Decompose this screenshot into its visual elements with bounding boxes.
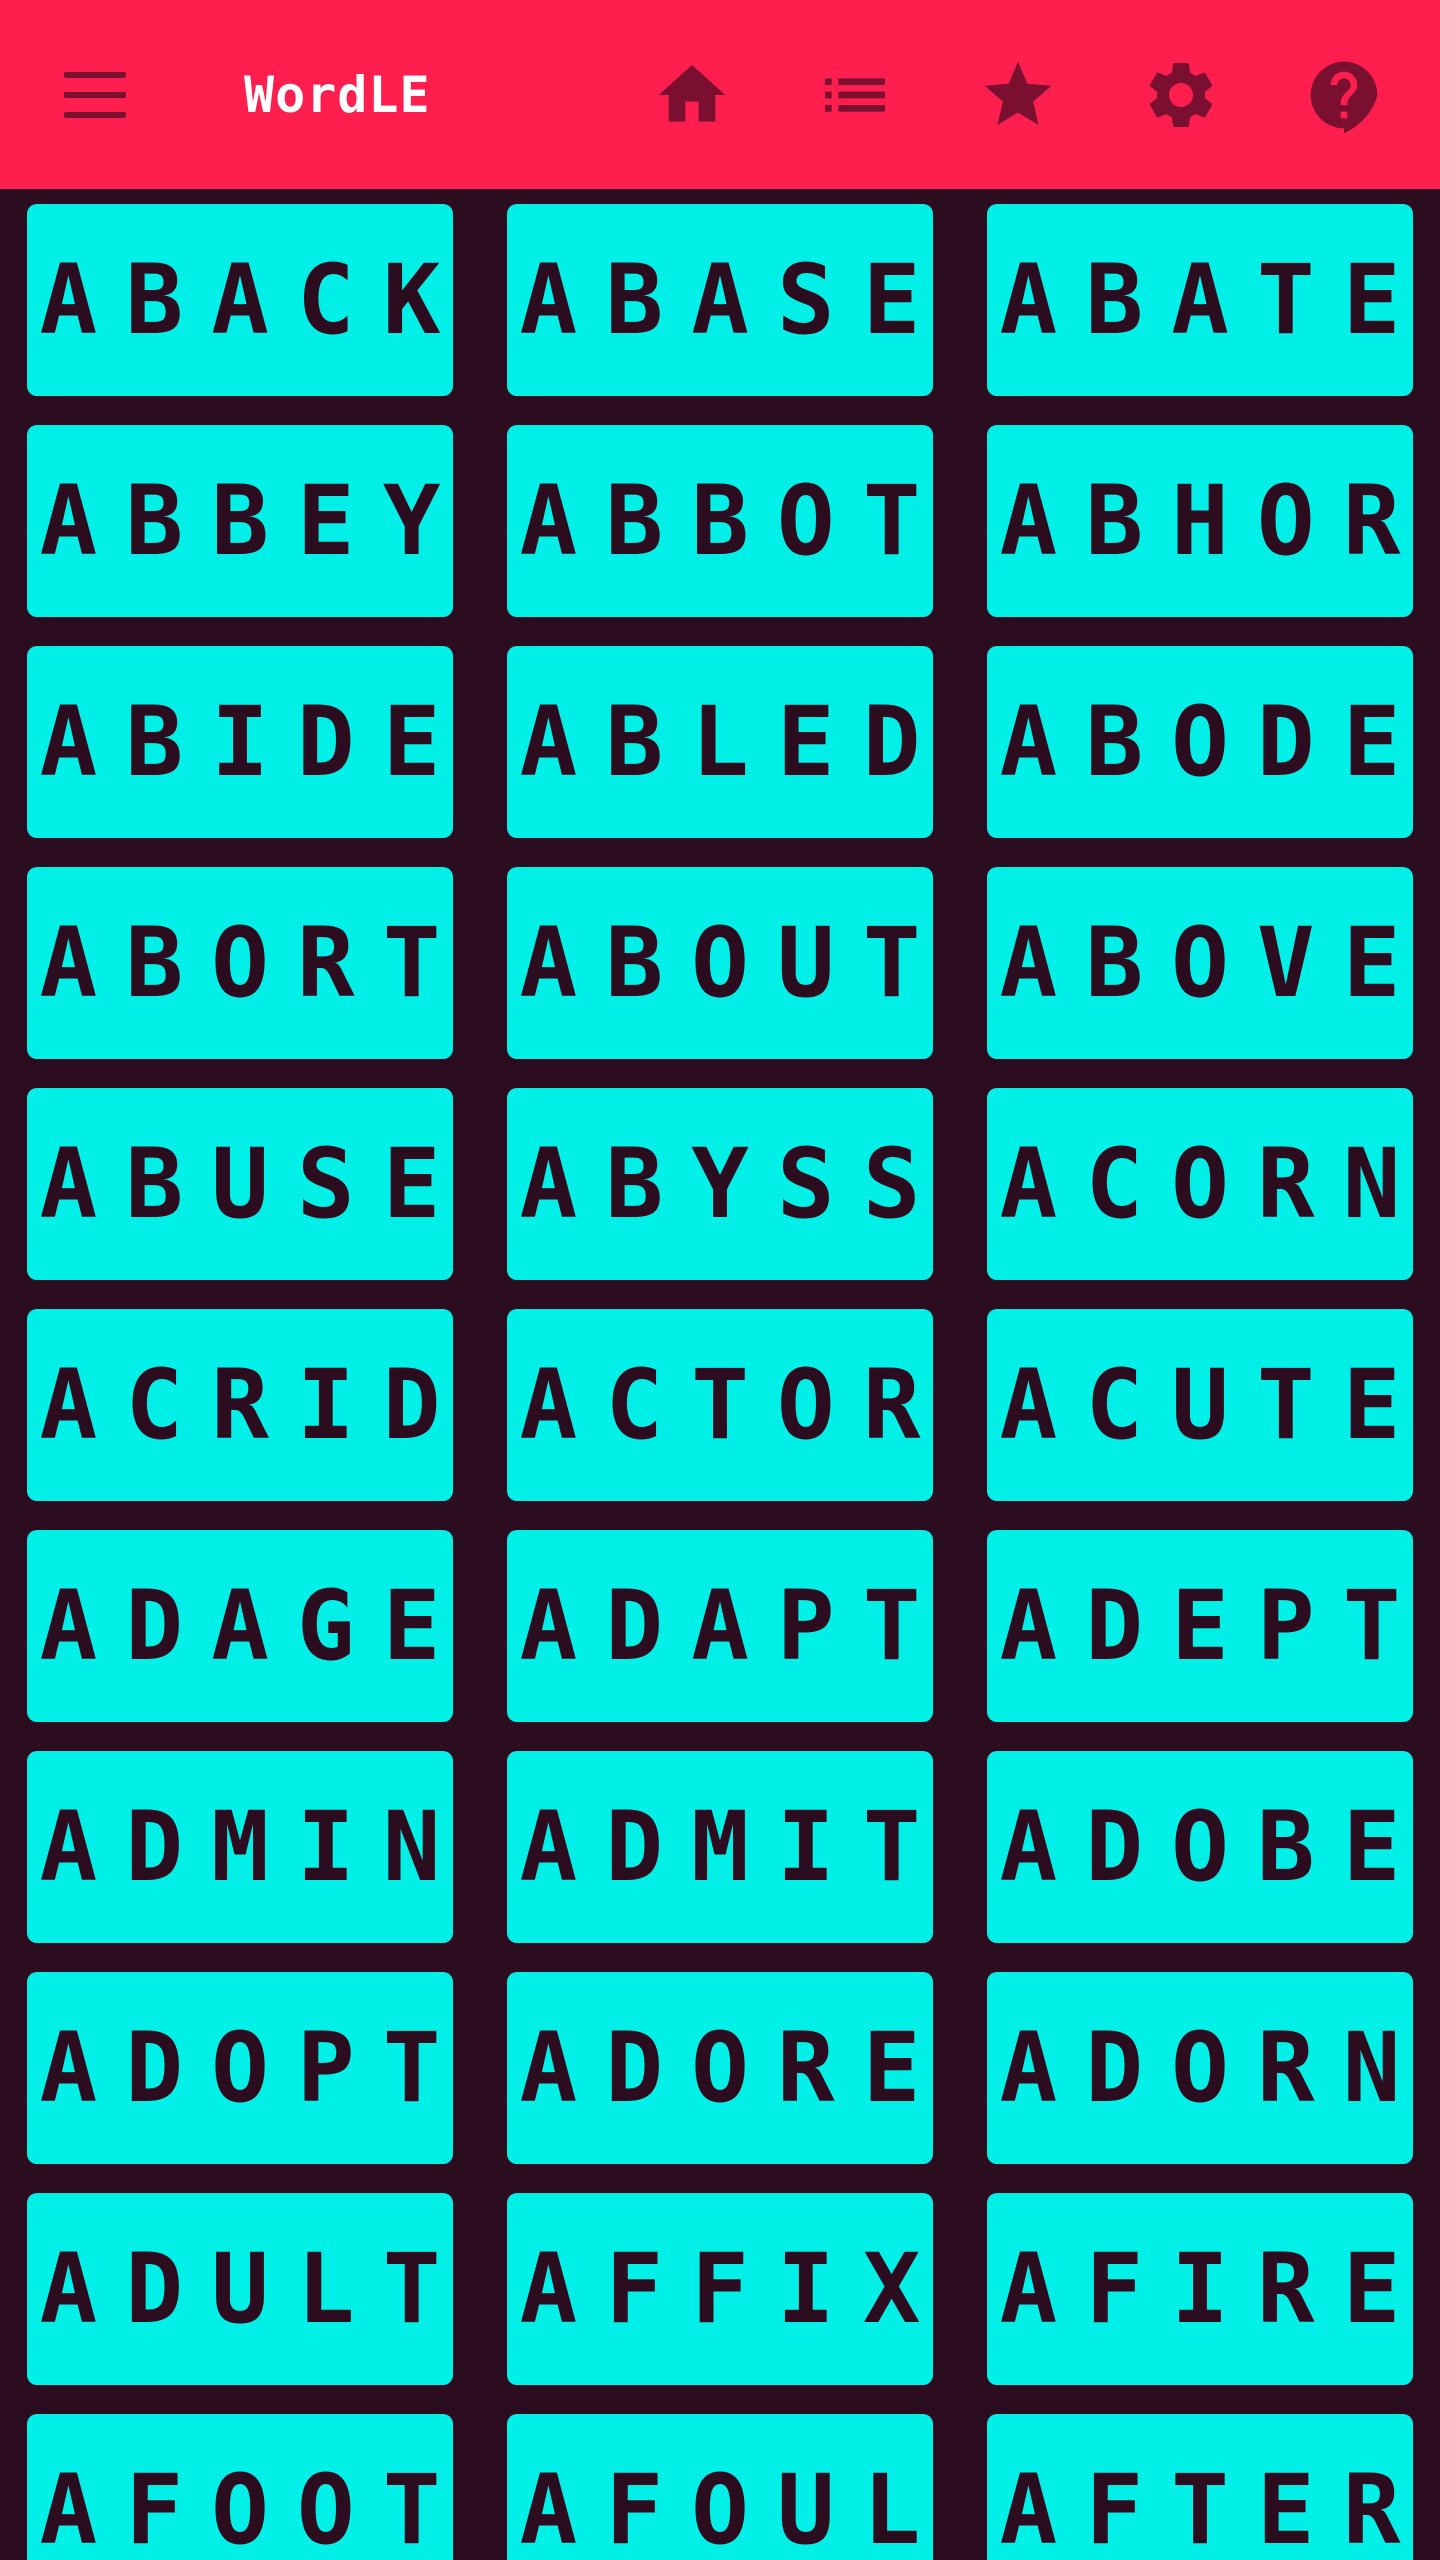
word-tile[interactable]: ADAPT <box>507 1530 933 1722</box>
word-tile[interactable]: ADOPT <box>27 1972 453 2164</box>
word-tile-label: ACORN <box>999 1128 1429 1240</box>
word-tile[interactable]: ACTOR <box>507 1309 933 1501</box>
word-tile-label: ABACK <box>39 244 469 356</box>
word-tile-label: ADOBE <box>999 1791 1429 1903</box>
word-tile-label: ADAPT <box>519 1570 949 1682</box>
word-tile-label: AFTER <box>999 2454 1429 2560</box>
word-tile[interactable]: ADAGE <box>27 1530 453 1722</box>
word-tile[interactable]: ABIDE <box>27 646 453 838</box>
word-tile-label: ABODE <box>999 686 1429 798</box>
word-tile[interactable]: ABYSS <box>507 1088 933 1280</box>
word-tile-label: ABIDE <box>39 686 469 798</box>
word-tile[interactable]: ABHOR <box>987 425 1413 617</box>
app-root: WordLE ABACK ABASE ABATE ABBEY ABBOT ABHOR ABI… <box>0 0 1440 2560</box>
word-tile[interactable]: ACORN <box>987 1088 1413 1280</box>
word-tile-label: ABORT <box>39 907 469 1019</box>
word-tile-label: ABATE <box>999 244 1429 356</box>
word-tile-label: ADMIT <box>519 1791 949 1903</box>
app-title: WordLE <box>244 66 431 124</box>
word-tile[interactable]: ABOUT <box>507 867 933 1059</box>
word-tile[interactable]: ADEPT <box>987 1530 1413 1722</box>
word-tile-label: AFOOT <box>39 2454 469 2560</box>
word-tile[interactable]: ADORE <box>507 1972 933 2164</box>
word-tile[interactable]: ADULT <box>27 2193 453 2385</box>
word-tile-label: ADMIN <box>39 1791 469 1903</box>
word-tile[interactable]: ABATE <box>987 204 1413 396</box>
word-tile[interactable]: ADMIN <box>27 1751 453 1943</box>
word-tile-label: ACUTE <box>999 1349 1429 1461</box>
word-tile-label: ABBEY <box>39 465 469 577</box>
word-tile-label: ACTOR <box>519 1349 949 1461</box>
word-tile-label: ABBOT <box>519 465 949 577</box>
word-tile-label: AFOUL <box>519 2454 949 2560</box>
word-tile[interactable]: ABUSE <box>27 1088 453 1280</box>
word-tile-label: ABOVE <box>999 907 1429 1019</box>
word-tile[interactable]: AFFIX <box>507 2193 933 2385</box>
word-tile-label: ACRID <box>39 1349 469 1461</box>
word-tile-label: ABASE <box>519 244 949 356</box>
word-tile[interactable]: AFOUL <box>507 2414 933 2560</box>
top-app-bar: WordLE <box>0 0 1440 189</box>
list-icon[interactable] <box>815 55 895 135</box>
word-tile-label: ABHOR <box>999 465 1429 577</box>
word-tile[interactable]: AFIRE <box>987 2193 1413 2385</box>
star-icon[interactable] <box>978 55 1058 135</box>
word-tile[interactable]: ACRID <box>27 1309 453 1501</box>
word-tile[interactable]: AFTER <box>987 2414 1413 2560</box>
word-tile[interactable]: ABACK <box>27 204 453 396</box>
word-tile[interactable]: ADMIT <box>507 1751 933 1943</box>
word-tile[interactable]: ABASE <box>507 204 933 396</box>
word-tile-label: ABUSE <box>39 1128 469 1240</box>
gear-icon[interactable] <box>1141 55 1221 135</box>
word-tile[interactable]: ACUTE <box>987 1309 1413 1501</box>
word-tile-label: AFFIX <box>519 2233 949 2345</box>
word-tile-label: ADEPT <box>999 1570 1429 1682</box>
word-tile-label: ABYSS <box>519 1128 949 1240</box>
word-tile[interactable]: ABBOT <box>507 425 933 617</box>
word-tile-label: ADULT <box>39 2233 469 2345</box>
word-tile-label: ADAGE <box>39 1570 469 1682</box>
word-tile[interactable]: ADOBE <box>987 1751 1413 1943</box>
word-tile-label: AFIRE <box>999 2233 1429 2345</box>
word-tile[interactable]: ABORT <box>27 867 453 1059</box>
word-tile-label: ADORE <box>519 2012 949 2124</box>
word-tile-label: ABOUT <box>519 907 949 1019</box>
word-tile[interactable]: ABOVE <box>987 867 1413 1059</box>
word-tile-label: ABLED <box>519 686 949 798</box>
word-tile[interactable]: ABLED <box>507 646 933 838</box>
home-icon[interactable] <box>652 55 732 135</box>
menu-icon[interactable] <box>56 62 136 128</box>
word-tile[interactable]: ABODE <box>987 646 1413 838</box>
word-tile-label: ADOPT <box>39 2012 469 2124</box>
word-tile[interactable]: ADORN <box>987 1972 1413 2164</box>
word-tile[interactable]: AFOOT <box>27 2414 453 2560</box>
word-tile[interactable]: ABBEY <box>27 425 453 617</box>
help-icon[interactable] <box>1304 55 1384 135</box>
word-tile-label: ADORN <box>999 2012 1429 2124</box>
